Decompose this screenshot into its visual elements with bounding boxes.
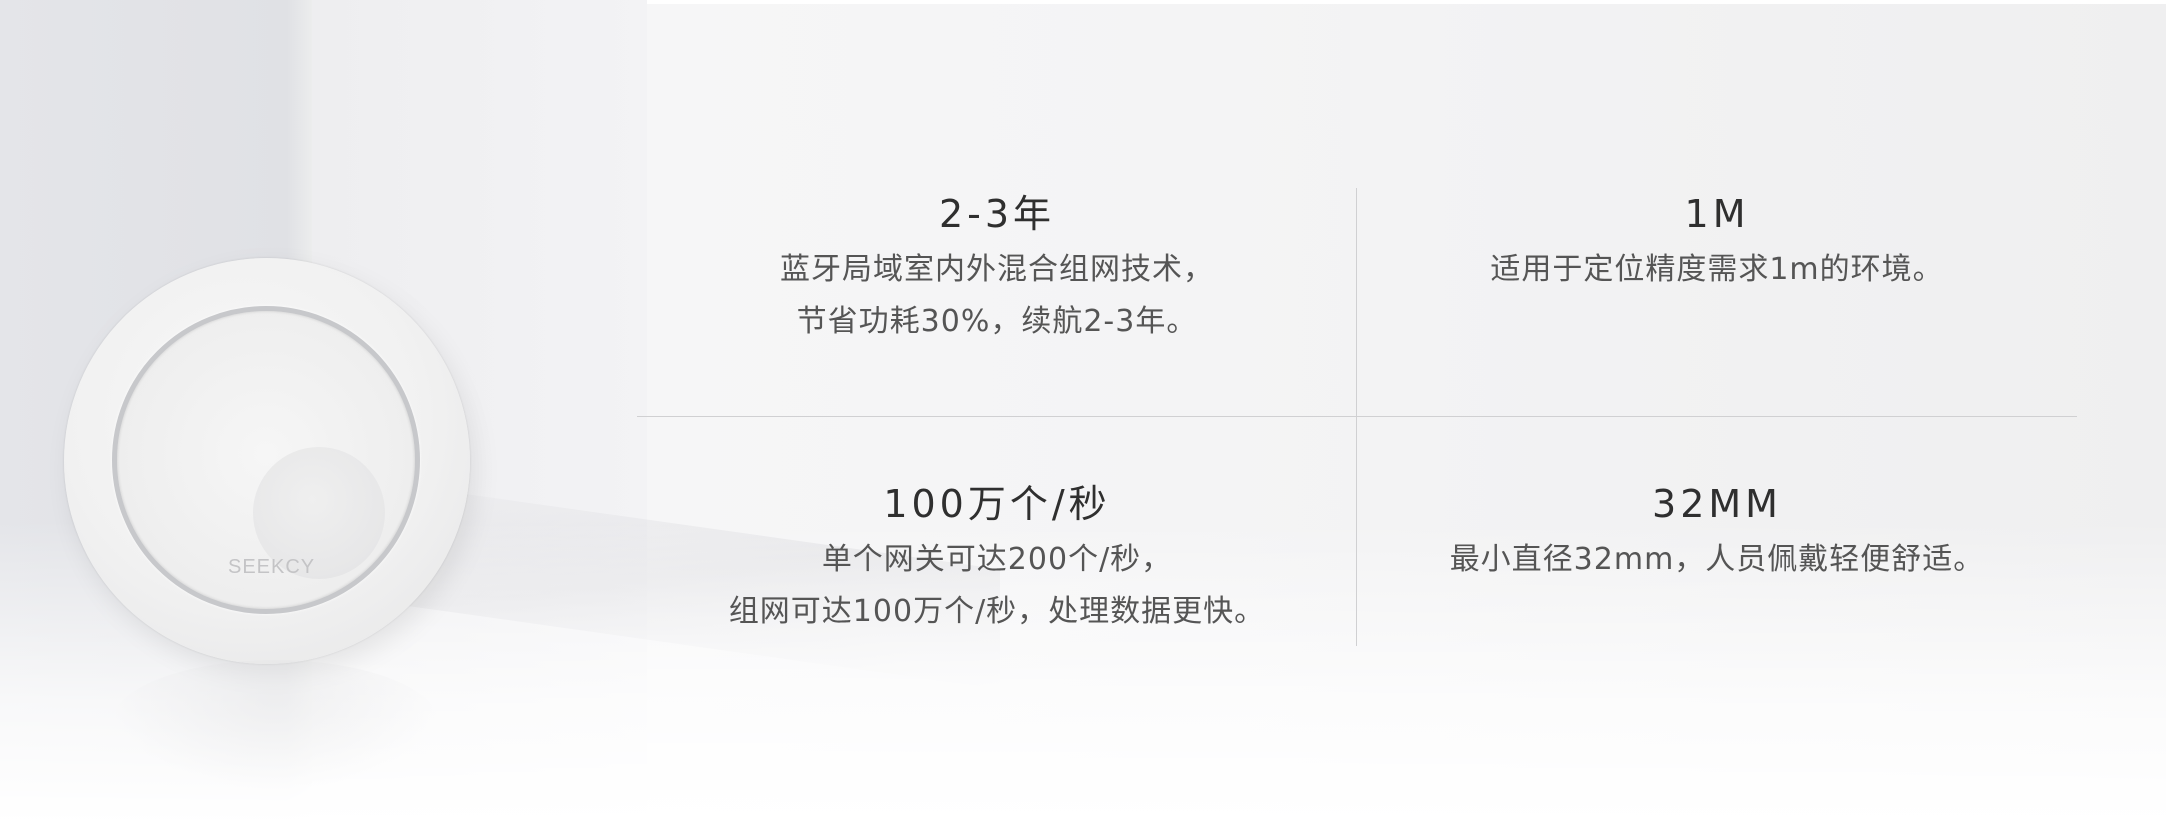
feature-title: 32MM <box>1652 482 1782 526</box>
feature-throughput: 100万个/秒 单个网关可达200个/秒， 组网可达100万个/秒，处理数据更快… <box>637 478 1357 638</box>
beacon-device-reflection <box>110 660 440 790</box>
product-banner: SEEKCY 2-3年 蓝牙局域室内外混合组网技术， 节省功耗30%，续航2-3… <box>0 0 2166 824</box>
feature-description: 最小直径32mm，人员佩戴轻便舒适。 <box>1357 534 2077 586</box>
beacon-device-logo: SEEKCY <box>228 556 316 578</box>
feature-accuracy: 1M 适用于定位精度需求1m的环境。 <box>1357 188 2077 296</box>
feature-battery-life: 2-3年 蓝牙局域室内外混合组网技术， 节省功耗30%，续航2-3年。 <box>637 188 1357 348</box>
feature-size: 32MM 最小直径32mm，人员佩戴轻便舒适。 <box>1357 478 2077 586</box>
beacon-device-image: SEEKCY <box>64 258 470 664</box>
feature-title: 100万个/秒 <box>883 482 1111 526</box>
feature-description-line: 最小直径32mm，人员佩戴轻便舒适。 <box>1449 542 1985 577</box>
feature-description-line: 组网可达100万个/秒，处理数据更快。 <box>728 594 1266 629</box>
feature-title: 1M <box>1684 192 1750 236</box>
feature-description: 蓝牙局域室内外混合组网技术， 节省功耗30%，续航2-3年。 <box>637 244 1357 348</box>
feature-description: 适用于定位精度需求1m的环境。 <box>1357 244 2077 296</box>
feature-description-line: 适用于定位精度需求1m的环境。 <box>1490 252 1944 287</box>
feature-description-line: 蓝牙局域室内外混合组网技术， <box>780 252 1214 287</box>
feature-description-line: 单个网关可达200个/秒， <box>821 542 1173 577</box>
feature-description: 单个网关可达200个/秒， 组网可达100万个/秒，处理数据更快。 <box>637 534 1357 638</box>
grid-divider-horizontal <box>637 416 2077 417</box>
feature-description-line: 节省功耗30%，续航2-3年。 <box>796 304 1198 339</box>
feature-title: 2-3年 <box>938 192 1056 236</box>
